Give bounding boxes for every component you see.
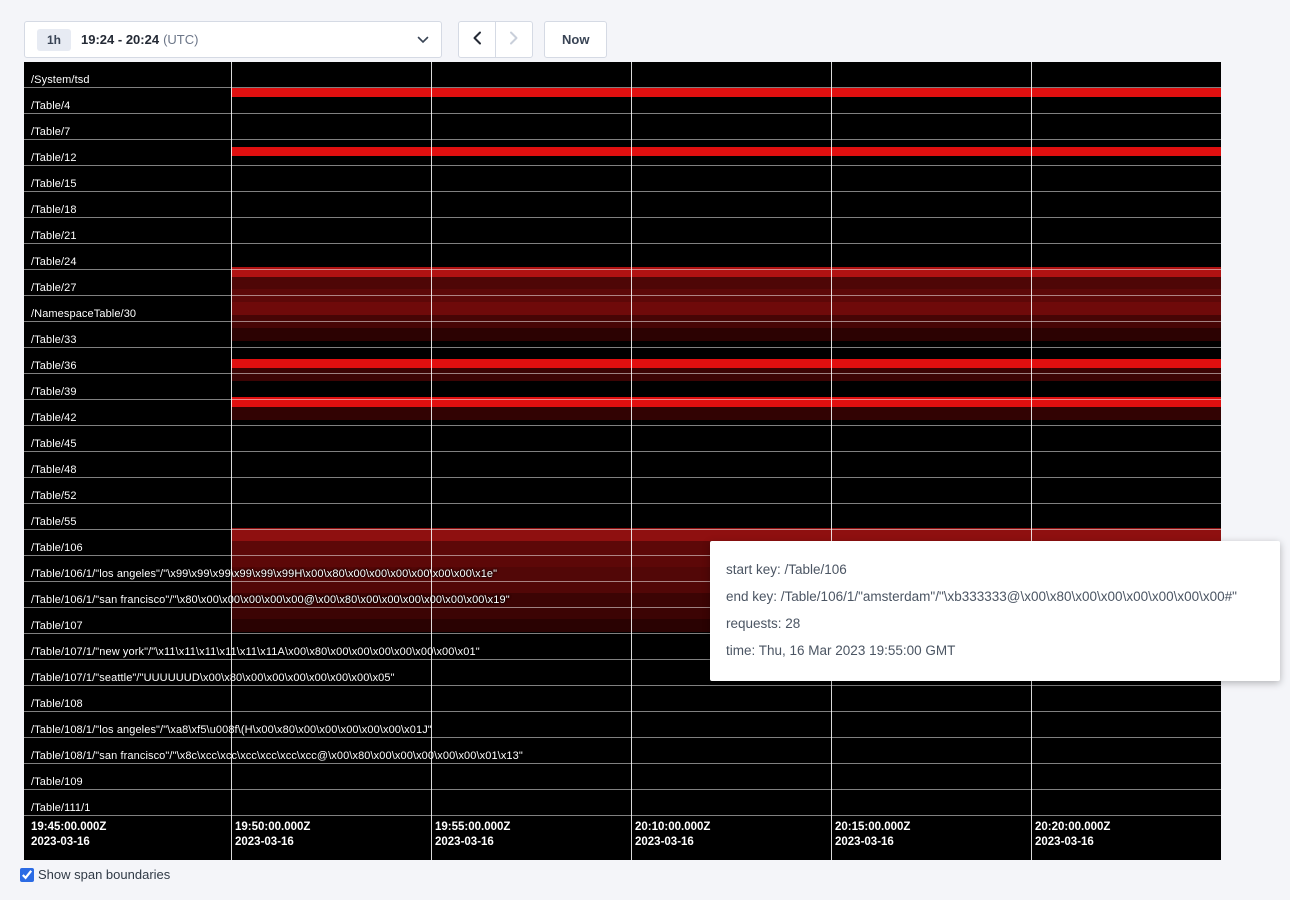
time-window-badge: 1h: [37, 29, 71, 51]
now-button[interactable]: Now: [544, 21, 607, 58]
chevron-left-icon: [472, 31, 482, 48]
footer: Show span boundaries: [20, 867, 170, 882]
tooltip-end-key: end key: /Table/106/1/"amsterdam"/"\xb33…: [726, 589, 1264, 604]
time-range-selector[interactable]: 1h 19:24 - 20:24 (UTC): [24, 21, 442, 58]
x-axis-time: 20:10:00.000Z: [635, 820, 710, 835]
toolbar: 1h 19:24 - 20:24 (UTC) Now: [24, 21, 607, 58]
x-axis-label: 19:55:00.000Z2023-03-16: [435, 820, 510, 850]
x-axis-label: 20:10:00.000Z2023-03-16: [635, 820, 710, 850]
x-axis-time: 20:20:00.000Z: [1035, 820, 1110, 835]
x-axis-date: 2023-03-16: [235, 835, 310, 850]
tooltip-time: time: Thu, 16 Mar 2023 19:55:00 GMT: [726, 643, 1264, 658]
x-axis-time: 20:15:00.000Z: [835, 820, 910, 835]
x-axis-layer: 19:45:00.000Z2023-03-1619:50:00.000Z2023…: [24, 62, 1221, 860]
tooltip-start-key: start key: /Table/106: [726, 562, 1264, 577]
x-axis-label: 20:20:00.000Z2023-03-16: [1035, 820, 1110, 850]
x-axis-time: 19:50:00.000Z: [235, 820, 310, 835]
hover-tooltip: start key: /Table/106 end key: /Table/10…: [710, 541, 1280, 681]
keyvis-canvas[interactable]: /System/tsd/Table/4/Table/7/Table/12/Tab…: [24, 62, 1221, 860]
x-axis-date: 2023-03-16: [635, 835, 710, 850]
time-range-text: 19:24 - 20:24: [81, 32, 159, 47]
x-axis-time: 19:45:00.000Z: [31, 820, 106, 835]
time-nav-group: [458, 21, 533, 58]
x-axis-time: 19:55:00.000Z: [435, 820, 510, 835]
x-axis-date: 2023-03-16: [435, 835, 510, 850]
show-span-boundaries-label: Show span boundaries: [38, 867, 170, 882]
x-axis-label: 19:45:00.000Z2023-03-16: [31, 820, 106, 850]
prev-time-button[interactable]: [458, 21, 496, 58]
chevron-right-icon: [509, 31, 519, 48]
x-axis-date: 2023-03-16: [31, 835, 106, 850]
x-axis-label: 20:15:00.000Z2023-03-16: [835, 820, 910, 850]
next-time-button[interactable]: [495, 21, 533, 58]
x-axis-date: 2023-03-16: [835, 835, 910, 850]
tooltip-requests: requests: 28: [726, 616, 1264, 631]
show-span-boundaries-checkbox[interactable]: [20, 868, 34, 882]
utc-label: (UTC): [163, 32, 198, 47]
time-range-value: 19:24 - 20:24 (UTC): [81, 32, 198, 47]
x-axis-date: 2023-03-16: [1035, 835, 1110, 850]
chevron-down-icon: [417, 36, 429, 44]
x-axis-label: 19:50:00.000Z2023-03-16: [235, 820, 310, 850]
